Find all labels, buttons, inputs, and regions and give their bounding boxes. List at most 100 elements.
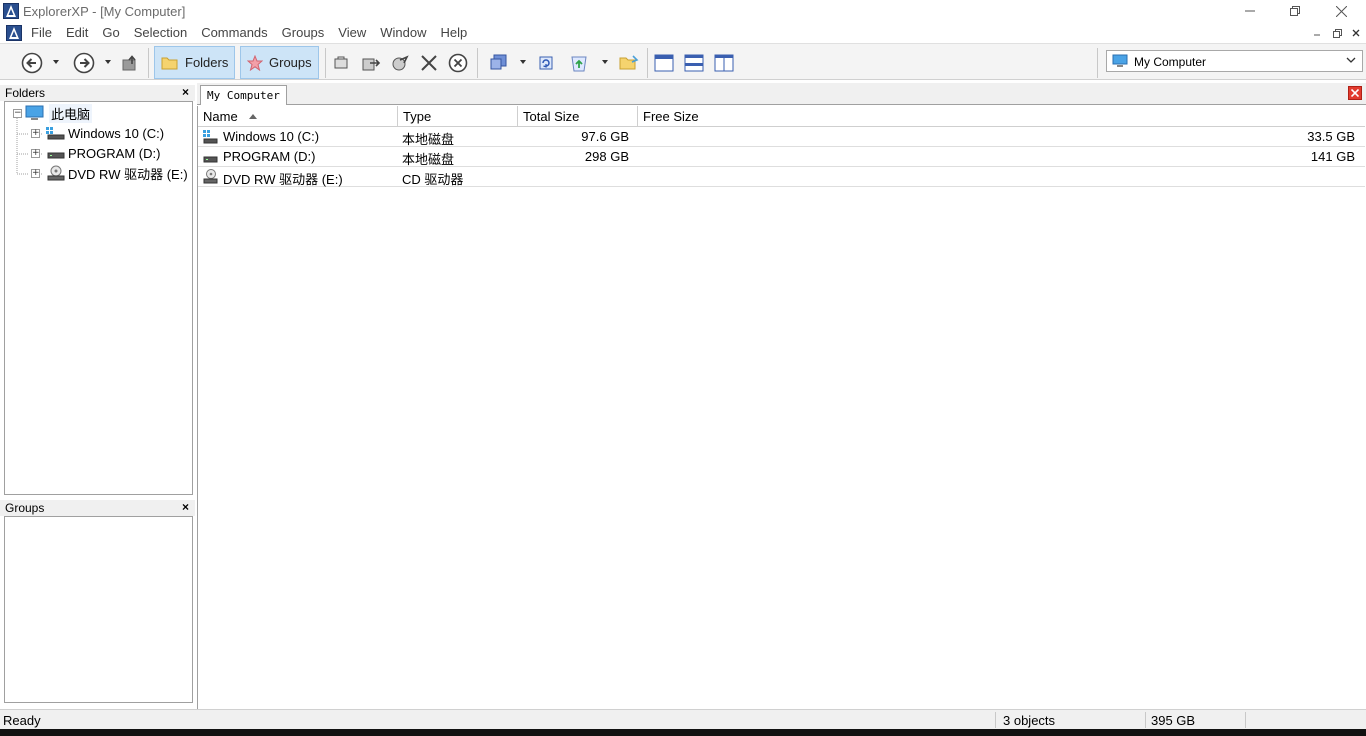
tree-item-this-pc[interactable]: 此电脑: [25, 103, 93, 123]
properties-dropdown-icon[interactable]: [520, 60, 526, 64]
back-button[interactable]: [20, 50, 44, 76]
status-text: Ready: [3, 713, 41, 728]
forward-arrow-icon: [73, 52, 95, 74]
copy-to-button[interactable]: [331, 50, 351, 76]
open-folder-icon: [619, 55, 639, 70]
folder-icon: [161, 57, 178, 69]
groups-toggle-button[interactable]: Groups: [240, 46, 319, 79]
close-icon: [1352, 29, 1360, 37]
tile-horizontal-icon: [684, 54, 704, 72]
delete-x-icon: [421, 55, 437, 71]
menu-window[interactable]: Window: [380, 25, 426, 40]
cell-free-size: 141 GB: [1310, 149, 1355, 164]
tree-item-label: PROGRAM (D:): [68, 145, 161, 161]
menu-go[interactable]: Go: [102, 25, 119, 40]
tile-horizontal-button[interactable]: [682, 50, 706, 76]
menu-commands[interactable]: Commands: [201, 25, 267, 40]
tree-expand-toggle[interactable]: +: [31, 169, 40, 178]
tree-item-label: 此电脑: [49, 103, 93, 123]
cascade-windows-icon: [654, 54, 674, 72]
folders-pane-close-button[interactable]: ×: [182, 85, 189, 99]
column-header-free-size[interactable]: Free Size: [638, 106, 1365, 127]
status-total-size: 395 GB: [1151, 713, 1196, 728]
tree-item-drive-e[interactable]: DVD RW 驱动器 (E:): [45, 163, 188, 183]
menu-groups[interactable]: Groups: [282, 25, 325, 40]
menu-selection[interactable]: Selection: [134, 25, 187, 40]
minimize-button[interactable]: [1227, 0, 1273, 22]
tree-item-drive-c[interactable]: Windows 10 (C:): [45, 123, 164, 143]
open-folder-button[interactable]: [617, 50, 641, 76]
tab-my-computer[interactable]: My Computer: [200, 85, 287, 105]
restore-icon: [1332, 28, 1342, 38]
tile-vertical-icon: [714, 54, 734, 72]
table-row[interactable]: PROGRAM (D:) 本地磁盘 298 GB 141 GB: [198, 147, 1365, 167]
delete-button[interactable]: [418, 50, 440, 76]
document-system-menu-icon[interactable]: [6, 25, 22, 41]
address-value: My Computer: [1134, 55, 1207, 69]
recycle-bin-dropdown-icon[interactable]: [602, 60, 608, 64]
close-icon: [1350, 88, 1360, 98]
close-window-button[interactable]: [1318, 0, 1364, 22]
column-header-type[interactable]: Type: [398, 106, 518, 127]
title-bar: ExplorerXP - [My Computer]: [0, 0, 1366, 22]
column-header-name[interactable]: Name: [198, 106, 398, 127]
chevron-down-icon[interactable]: [1346, 57, 1356, 64]
forward-button[interactable]: [72, 50, 96, 76]
mdi-minimize-button[interactable]: [1309, 25, 1325, 41]
refresh-button[interactable]: [535, 50, 557, 76]
tile-vertical-button[interactable]: [712, 50, 736, 76]
properties-button[interactable]: [487, 50, 511, 76]
menu-bar: File Edit Go Selection Commands Groups V…: [0, 22, 1366, 43]
status-bar: Ready 3 objects 395 GB: [0, 709, 1366, 729]
star-icon: [247, 54, 263, 71]
hard-drive-icon: [203, 156, 218, 163]
refresh-icon: [539, 56, 553, 70]
stop-button[interactable]: [447, 50, 469, 76]
address-combo[interactable]: My Computer: [1106, 50, 1363, 72]
cascade-windows-button[interactable]: [652, 50, 676, 76]
cell-type: CD 驱动器: [402, 172, 464, 187]
cell-total-size: 298 GB: [584, 149, 629, 164]
taskbar-strip: [0, 729, 1366, 736]
menu-view[interactable]: View: [338, 25, 366, 40]
groups-pane-close-button[interactable]: ×: [182, 500, 189, 514]
folders-toggle-button[interactable]: Folders: [154, 46, 236, 79]
up-folder-button[interactable]: [120, 50, 140, 76]
recycle-bin-button[interactable]: [566, 50, 592, 76]
tree-expand-toggle[interactable]: +: [31, 129, 40, 138]
cell-free-size: 33.5 GB: [1307, 129, 1355, 144]
groups-toggle-label: Groups: [269, 55, 312, 70]
mdi-restore-button[interactable]: [1329, 25, 1345, 41]
forward-dropdown-icon[interactable]: [105, 60, 111, 64]
computer-icon: [25, 105, 44, 120]
table-row[interactable]: DVD RW 驱动器 (E:) CD 驱动器: [198, 167, 1365, 187]
minimize-icon: [1314, 34, 1320, 36]
restore-button[interactable]: [1272, 0, 1318, 22]
column-header-total-size[interactable]: Total Size: [518, 106, 638, 127]
menu-edit[interactable]: Edit: [66, 25, 88, 40]
table-row[interactable]: Windows 10 (C:) 本地磁盘 97.6 GB 33.5 GB: [198, 127, 1365, 147]
close-icon: [1335, 5, 1347, 17]
up-folder-icon: [122, 55, 136, 71]
close-tab-button[interactable]: [1348, 86, 1362, 100]
move-to-button[interactable]: [360, 50, 382, 76]
send-to-button[interactable]: [389, 50, 411, 76]
menu-help[interactable]: Help: [441, 25, 468, 40]
tree-item-label: DVD RW 驱动器 (E:): [68, 166, 188, 182]
cell-total-size: 97.6 GB: [581, 129, 629, 144]
tree-item-drive-d[interactable]: PROGRAM (D:): [45, 143, 160, 163]
file-list: Name Type Total Size Free Size Windows 1…: [197, 106, 1365, 709]
folders-toggle-label: Folders: [185, 55, 229, 70]
tree-item-label: Windows 10 (C:): [68, 125, 165, 141]
hard-drive-icon: [47, 152, 65, 159]
menu-file[interactable]: File: [31, 25, 52, 40]
restore-icon: [1290, 6, 1300, 16]
windows-drive-icon: [203, 130, 218, 144]
folders-tree: − 此电脑 + Windows 10 (C:) + PROGRAM (D:) +…: [4, 101, 193, 495]
mdi-close-button[interactable]: [1348, 25, 1364, 41]
tree-collapse-toggle[interactable]: −: [13, 109, 22, 118]
properties-monitor-icon: [490, 54, 507, 70]
tree-expand-toggle[interactable]: +: [31, 149, 40, 158]
back-dropdown-icon[interactable]: [53, 60, 59, 64]
windows-drive-icon: [46, 127, 65, 140]
